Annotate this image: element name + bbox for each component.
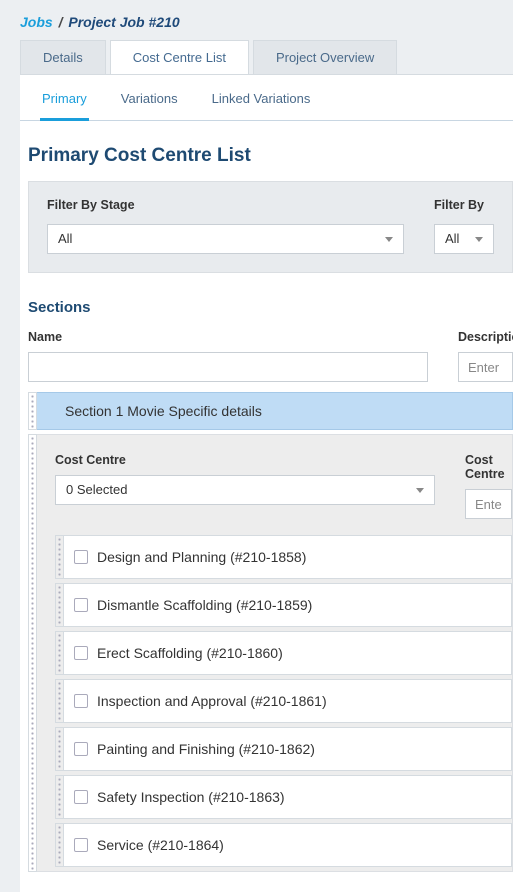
cost-centre-row[interactable]: Safety Inspection (#210-1863) bbox=[64, 775, 512, 819]
tab-details[interactable]: Details bbox=[20, 40, 106, 74]
name-field-label: Name bbox=[28, 330, 428, 344]
breadcrumb: Jobs / Project Job #210 bbox=[0, 0, 513, 40]
tab-project-overview[interactable]: Project Overview bbox=[253, 40, 397, 74]
page-title: Primary Cost Centre List bbox=[20, 121, 513, 181]
drag-handle-icon[interactable] bbox=[55, 823, 64, 867]
drag-handle-icon[interactable] bbox=[55, 679, 64, 723]
cost-centre-row[interactable]: Erect Scaffolding (#210-1860) bbox=[64, 631, 512, 675]
sections-heading: Sections bbox=[20, 273, 513, 330]
drag-handle-icon[interactable] bbox=[28, 434, 37, 872]
tab-cost-centre-list[interactable]: Cost Centre List bbox=[110, 40, 249, 74]
drag-handle-icon[interactable] bbox=[55, 535, 64, 579]
cost-centre-row[interactable]: Painting and Finishing (#210-1862) bbox=[64, 727, 512, 771]
checkbox[interactable] bbox=[74, 694, 88, 708]
filter-right-select[interactable]: All bbox=[434, 224, 494, 254]
breadcrumb-root-link[interactable]: Jobs bbox=[20, 14, 53, 30]
cost-centre-label-text: Safety Inspection (#210-1863) bbox=[97, 789, 285, 805]
subtab-variations[interactable]: Variations bbox=[119, 91, 180, 121]
cost-centre-label-text: Service (#210-1864) bbox=[97, 837, 224, 853]
section-title[interactable]: Section 1 Movie Specific details bbox=[37, 392, 513, 430]
checkbox[interactable] bbox=[74, 550, 88, 564]
checkbox[interactable] bbox=[74, 646, 88, 660]
subtab-primary[interactable]: Primary bbox=[40, 91, 89, 121]
list-item: Design and Planning (#210-1858) bbox=[55, 535, 512, 579]
content-panel: Primary Variations Linked Variations Pri… bbox=[20, 74, 513, 892]
checkbox[interactable] bbox=[74, 838, 88, 852]
checkbox[interactable] bbox=[74, 598, 88, 612]
subtab-linked-variations[interactable]: Linked Variations bbox=[210, 91, 313, 121]
section-header-row: Section 1 Movie Specific details bbox=[28, 392, 513, 430]
drag-handle-icon[interactable] bbox=[55, 727, 64, 771]
cost-centre-label-text: Erect Scaffolding (#210-1860) bbox=[97, 645, 283, 661]
cost-centre-label-text: Painting and Finishing (#210-1862) bbox=[97, 741, 315, 757]
drag-handle-icon[interactable] bbox=[55, 631, 64, 675]
list-item: Erect Scaffolding (#210-1860) bbox=[55, 631, 512, 675]
main-tabs: Details Cost Centre List Project Overvie… bbox=[0, 40, 513, 74]
list-item: Dismantle Scaffolding (#210-1859) bbox=[55, 583, 512, 627]
filter-stage-select[interactable]: All bbox=[47, 224, 404, 254]
cost-centre-label-text: Inspection and Approval (#210-1861) bbox=[97, 693, 327, 709]
drag-handle-icon[interactable] bbox=[28, 392, 37, 430]
breadcrumb-current: Project Job #210 bbox=[68, 14, 179, 30]
breadcrumb-sep: / bbox=[57, 14, 65, 30]
cost-centre-right-input[interactable] bbox=[465, 489, 512, 519]
list-item: Inspection and Approval (#210-1861) bbox=[55, 679, 512, 723]
list-item: Service (#210-1864) bbox=[55, 823, 512, 867]
cost-centre-row[interactable]: Design and Planning (#210-1858) bbox=[64, 535, 512, 579]
cost-centre-label: Cost Centre bbox=[55, 453, 435, 467]
cost-centre-right-label: Cost Centre bbox=[465, 453, 512, 481]
cost-centre-row[interactable]: Service (#210-1864) bbox=[64, 823, 512, 867]
checkbox[interactable] bbox=[74, 790, 88, 804]
checkbox[interactable] bbox=[74, 742, 88, 756]
cost-centre-label-text: Design and Planning (#210-1858) bbox=[97, 549, 306, 565]
name-input[interactable] bbox=[28, 352, 428, 382]
cost-centre-select[interactable]: 0 Selected bbox=[55, 475, 435, 505]
drag-handle-icon[interactable] bbox=[55, 775, 64, 819]
cost-centre-list: Design and Planning (#210-1858) Dismantle… bbox=[55, 531, 512, 867]
filter-panel: Filter By Stage All Filter By All bbox=[28, 181, 513, 273]
list-item: Safety Inspection (#210-1863) bbox=[55, 775, 512, 819]
sub-tabs: Primary Variations Linked Variations bbox=[20, 75, 513, 121]
filter-stage-label: Filter By Stage bbox=[47, 198, 404, 212]
cost-centre-row[interactable]: Inspection and Approval (#210-1861) bbox=[64, 679, 512, 723]
list-item: Painting and Finishing (#210-1862) bbox=[55, 727, 512, 771]
description-input[interactable] bbox=[458, 352, 513, 382]
drag-handle-icon[interactable] bbox=[55, 583, 64, 627]
cost-centre-row[interactable]: Dismantle Scaffolding (#210-1859) bbox=[64, 583, 512, 627]
description-field-label: Description bbox=[458, 330, 513, 344]
filter-right-label: Filter By bbox=[434, 198, 494, 212]
cost-centre-label-text: Dismantle Scaffolding (#210-1859) bbox=[97, 597, 312, 613]
